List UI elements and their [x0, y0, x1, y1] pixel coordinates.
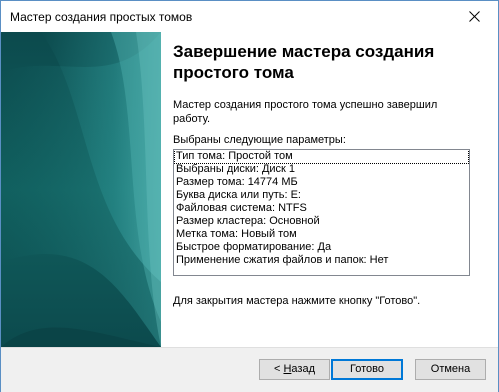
summary-item-file-system: Файловая система: NTFS [176, 202, 307, 214]
cancel-label: Отмена [430, 363, 471, 375]
finish-label: Готово [350, 363, 384, 375]
banner-graphic [1, 32, 161, 347]
page-title: Завершение мастера создания простого том… [173, 42, 435, 82]
wizard-content: Завершение мастера создания простого том… [161, 32, 498, 347]
wizard-side-banner [1, 32, 161, 347]
summary-item-drive-letter: Буква диска или путь: E: [176, 189, 301, 201]
back-button[interactable]: < Назад [259, 359, 330, 380]
window-title: Мастер создания простых томов [10, 10, 193, 24]
close-icon [469, 11, 480, 22]
summary-item-volume-size: Размер тома: 14774 МБ [176, 176, 298, 188]
closing-hint: Для закрытия мастера нажмите кнопку "Гот… [173, 295, 421, 307]
summary-list[interactable]: Тип тома: Простой том Выбраны диски: Дис… [173, 149, 470, 276]
summary-item-volume-label: Метка тома: Новый том [176, 228, 297, 240]
close-button[interactable] [452, 1, 498, 32]
summary-list-label: Выбраны следующие параметры: [173, 134, 346, 146]
summary-item-volume-type: Тип тома: Простой том [174, 150, 469, 164]
button-bar: < Назад Готово Отмена [1, 347, 498, 392]
cancel-button[interactable]: Отмена [415, 359, 486, 380]
summary-item-quick-format: Быстрое форматирование: Да [176, 241, 332, 253]
back-label: азад [291, 363, 315, 375]
summary-item-disks: Выбраны диски: Диск 1 [176, 163, 296, 175]
title-bar: Мастер создания простых томов [1, 1, 498, 32]
summary-item-cluster-size: Размер кластера: Основной [176, 215, 320, 227]
completion-message: Мастер создания простого тома успешно за… [173, 99, 438, 125]
finish-button[interactable]: Готово [331, 359, 403, 380]
summary-item-compression: Применение сжатия файлов и папок: Нет [176, 254, 389, 266]
wizard-window: Мастер создания простых томов Завершение… [0, 0, 499, 392]
